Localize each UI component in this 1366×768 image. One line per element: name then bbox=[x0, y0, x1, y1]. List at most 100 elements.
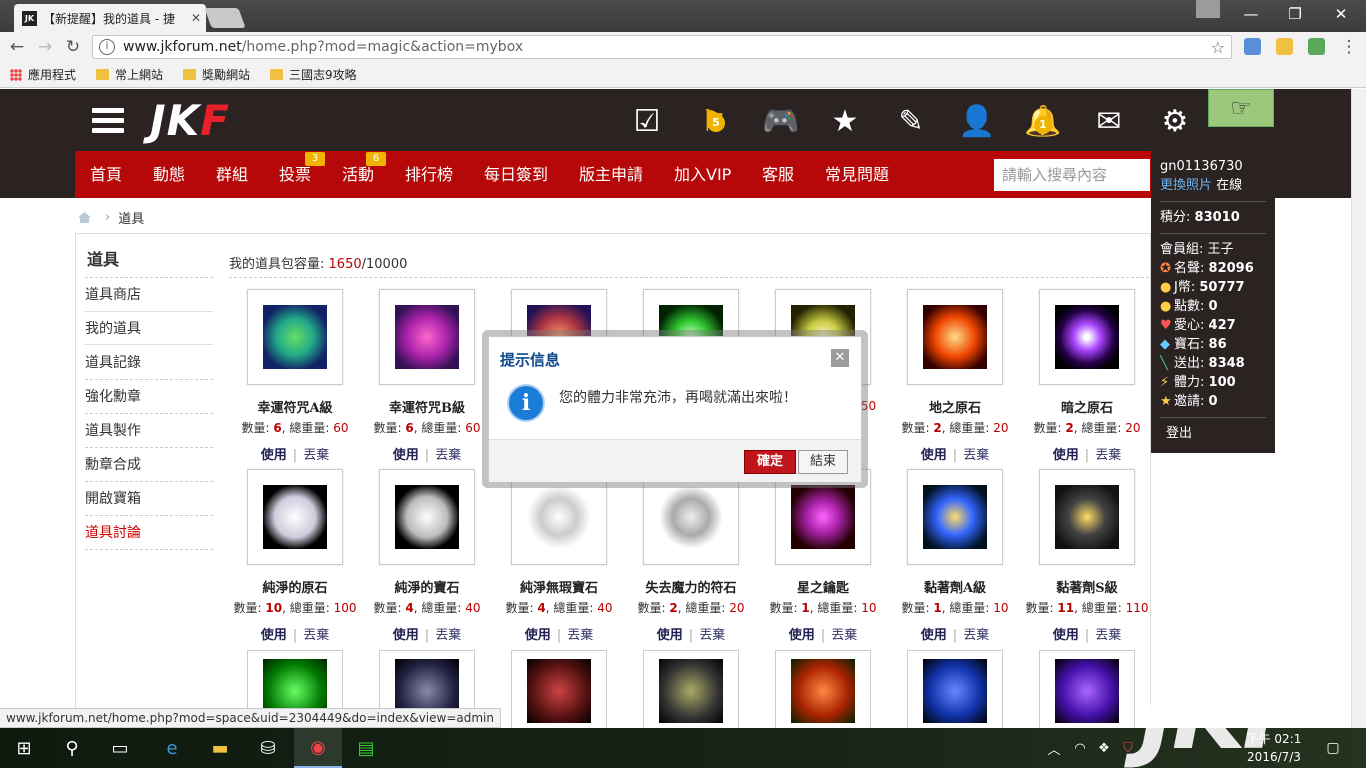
sidebar-item-medal-combine[interactable]: 勳章合成 bbox=[85, 448, 213, 482]
star-icon[interactable]: ★ bbox=[826, 102, 864, 140]
item-thumb[interactable] bbox=[643, 650, 739, 728]
item-thumb[interactable] bbox=[247, 289, 343, 385]
item-thumb[interactable] bbox=[1039, 650, 1135, 728]
item-thumb[interactable] bbox=[1039, 469, 1135, 565]
item-thumb[interactable] bbox=[511, 650, 607, 728]
reload-icon[interactable]: ↻ bbox=[62, 36, 84, 58]
chrome-menu-icon[interactable]: ⋮ bbox=[1338, 36, 1360, 58]
avatar[interactable]: ☞ bbox=[1208, 89, 1274, 127]
drop-button[interactable]: 丟棄 bbox=[1095, 628, 1121, 643]
nav-vote[interactable]: 投票 3 bbox=[279, 151, 325, 198]
edit-icon[interactable]: ✎ bbox=[892, 102, 930, 140]
drop-button[interactable]: 丟棄 bbox=[435, 448, 461, 463]
minimize-icon[interactable]: — bbox=[1236, 4, 1266, 24]
item-thumb[interactable] bbox=[379, 289, 475, 385]
file-explorer-icon[interactable]: ▬ bbox=[196, 728, 244, 768]
back-icon[interactable]: ← bbox=[6, 36, 28, 58]
nav-ranking[interactable]: 排行榜 bbox=[405, 151, 453, 198]
windows-start-icon[interactable]: ⊞ bbox=[0, 728, 48, 768]
forward-icon[interactable]: → bbox=[34, 36, 56, 58]
use-button[interactable]: 使用 bbox=[1053, 448, 1079, 463]
drop-button[interactable]: 丟棄 bbox=[435, 628, 461, 643]
dialog-close-icon[interactable]: ✕ bbox=[831, 349, 849, 367]
bookmark-folder-rewards[interactable]: 獎勵網站 bbox=[183, 66, 250, 83]
antivirus-icon[interactable]: ⛉ bbox=[1114, 728, 1142, 768]
add-friend-icon[interactable]: 👤 bbox=[958, 102, 996, 140]
nav-groups[interactable]: 群組 bbox=[216, 151, 248, 198]
use-button[interactable]: 使用 bbox=[261, 448, 287, 463]
mail-icon[interactable]: ✉ bbox=[1090, 102, 1128, 140]
sidebar-item-my-items[interactable]: 我的道具 bbox=[85, 311, 213, 345]
nav-join-vip[interactable]: 加入VIP bbox=[674, 151, 731, 198]
checklist-icon[interactable]: ☑ bbox=[628, 102, 666, 140]
use-button[interactable]: 使用 bbox=[393, 628, 419, 643]
drop-button[interactable]: 丟棄 bbox=[1095, 448, 1121, 463]
logout-link[interactable]: 登出 bbox=[1160, 424, 1266, 443]
drop-button[interactable]: 丟棄 bbox=[567, 628, 593, 643]
hamburger-menu-icon[interactable] bbox=[92, 108, 124, 134]
bookmark-star-icon[interactable]: ☆ bbox=[1211, 38, 1225, 57]
tray-chevron-icon[interactable]: ︿ bbox=[1040, 728, 1068, 768]
chrome-profile-icon[interactable] bbox=[1196, 0, 1220, 18]
extension-3-icon[interactable] bbox=[1308, 38, 1325, 55]
flag-icon[interactable]: ⚑5 bbox=[695, 102, 733, 140]
nav-support[interactable]: 客服 bbox=[762, 151, 794, 198]
task-view-icon[interactable]: ▭ bbox=[96, 728, 144, 768]
edge-icon[interactable]: e bbox=[148, 728, 196, 768]
drop-button[interactable]: 丟棄 bbox=[963, 448, 989, 463]
home-icon[interactable] bbox=[78, 212, 91, 223]
search-input[interactable]: 請輸入搜尋內容 bbox=[994, 159, 1150, 191]
gamepad-icon[interactable]: 🎮 bbox=[762, 102, 800, 140]
nav-events[interactable]: 活動 6 bbox=[342, 151, 386, 198]
bell-icon[interactable]: 🔔1 bbox=[1024, 102, 1062, 140]
change-photo-link[interactable]: 更換照片 bbox=[1160, 178, 1212, 193]
browser-tab-active[interactable]: JK 【新提醒】我的道具 - 捷 ✕ bbox=[14, 4, 206, 32]
site-info-icon[interactable]: i bbox=[99, 39, 115, 55]
item-thumb[interactable] bbox=[907, 650, 1003, 728]
bookmark-folder-frequent[interactable]: 常上網站 bbox=[96, 66, 163, 83]
search-icon[interactable]: ⚲ bbox=[48, 728, 96, 768]
new-tab-button[interactable] bbox=[204, 8, 246, 28]
item-thumb[interactable] bbox=[907, 469, 1003, 565]
item-thumb[interactable] bbox=[907, 289, 1003, 385]
extension-2-icon[interactable] bbox=[1276, 38, 1293, 55]
store-icon[interactable]: ⛁ bbox=[244, 728, 292, 768]
extension-1-icon[interactable] bbox=[1244, 38, 1261, 55]
taskbar-clock[interactable]: 下午 02:1 2016/7/3 bbox=[1238, 730, 1310, 766]
close-window-icon[interactable]: ✕ bbox=[1326, 4, 1356, 24]
sidebar-item-discussion[interactable]: 道具討論 bbox=[85, 516, 213, 550]
nav-faq[interactable]: 常見問題 bbox=[825, 151, 889, 198]
bookmark-folder-sangokushi[interactable]: 三國志9攻略 bbox=[270, 66, 357, 83]
item-thumb[interactable] bbox=[1039, 289, 1135, 385]
ok-button[interactable]: 確定 bbox=[744, 450, 796, 474]
gear-icon[interactable]: ⚙ bbox=[1156, 102, 1194, 140]
drop-button[interactable]: 丟棄 bbox=[303, 628, 329, 643]
sidebar-item-shop[interactable]: 道具商店 bbox=[85, 278, 213, 312]
page-scrollbar[interactable] bbox=[1351, 89, 1366, 728]
tab-close-icon[interactable]: ✕ bbox=[191, 11, 201, 25]
use-button[interactable]: 使用 bbox=[393, 448, 419, 463]
drop-button[interactable]: 丟棄 bbox=[699, 628, 725, 643]
bookmark-apps[interactable]: 應用程式 bbox=[10, 66, 76, 83]
chrome-icon[interactable]: ◉ bbox=[294, 728, 342, 768]
nav-moderator-apply[interactable]: 版主申請 bbox=[579, 151, 643, 198]
username[interactable]: gn01136730 bbox=[1160, 157, 1266, 176]
nav-daily-checkin[interactable]: 每日簽到 bbox=[484, 151, 548, 198]
sidebar-item-records[interactable]: 道具記錄 bbox=[85, 346, 213, 380]
sidebar-item-enhance-medal[interactable]: 強化勳章 bbox=[85, 380, 213, 414]
item-thumb[interactable] bbox=[247, 469, 343, 565]
use-button[interactable]: 使用 bbox=[261, 628, 287, 643]
address-bar[interactable]: i www.jkforum.net/home.php?mod=magic&act… bbox=[92, 35, 1232, 59]
item-thumb[interactable] bbox=[379, 469, 475, 565]
notifications-icon[interactable]: ▢ bbox=[1318, 728, 1348, 768]
sidebar-item-crafting[interactable]: 道具製作 bbox=[85, 414, 213, 448]
sidebar-item-open-chest[interactable]: 開啟寶箱 bbox=[85, 482, 213, 516]
nav-activity[interactable]: 動態 bbox=[153, 151, 185, 198]
item-thumb[interactable] bbox=[775, 650, 871, 728]
use-button[interactable]: 使用 bbox=[1053, 628, 1079, 643]
drop-button[interactable]: 丟棄 bbox=[831, 628, 857, 643]
end-button[interactable]: 結束 bbox=[798, 450, 848, 474]
use-button[interactable]: 使用 bbox=[921, 448, 947, 463]
sheets-icon[interactable]: ▤ bbox=[342, 728, 390, 768]
use-button[interactable]: 使用 bbox=[921, 628, 947, 643]
